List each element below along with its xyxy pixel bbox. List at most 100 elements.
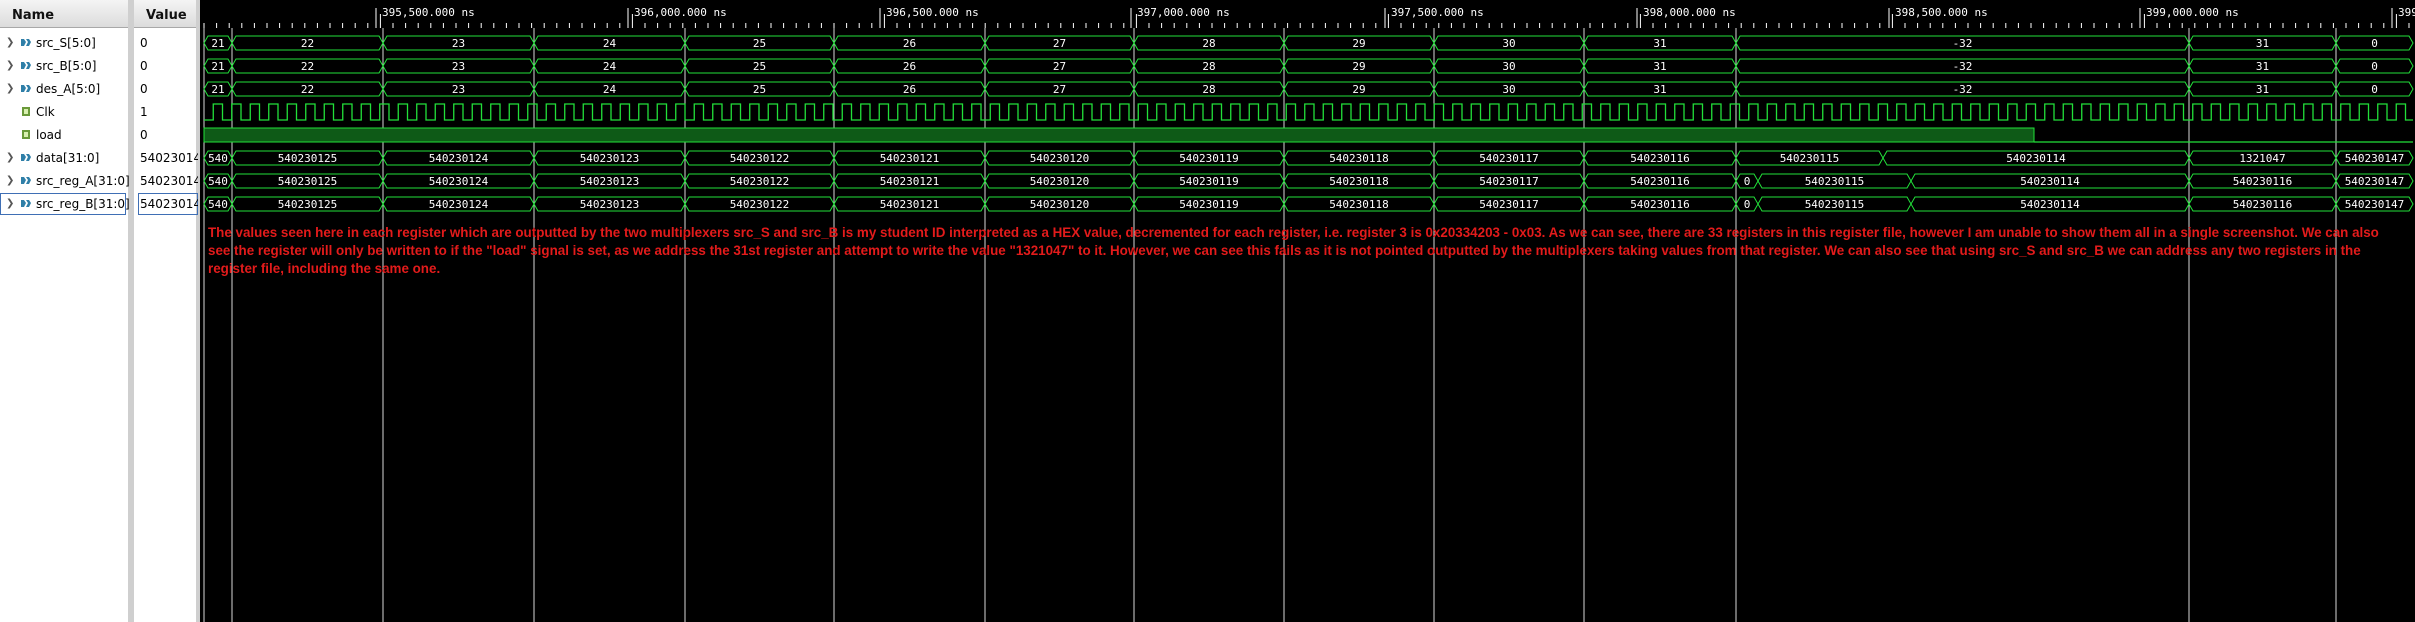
signal-row-src-s[interactable]: ❯ src_S[5:0] (0, 32, 128, 54)
waveform-plot[interactable]: 395,500.000 ns 396,000.000 ns 396,500.000 … (200, 0, 2415, 622)
src-s-value-label: 0 (2371, 37, 2378, 50)
src-b-value-label: 27 (1053, 60, 1066, 73)
des-a-value-label: 31 (1653, 83, 1666, 96)
bus-signal-icon (21, 39, 31, 46)
src-s-value-label: 25 (753, 37, 766, 50)
src-b-value-label: 29 (1352, 60, 1365, 73)
src-b-value-label: 25 (753, 60, 766, 73)
src-s-value-label: -32 (1953, 37, 1973, 50)
src-b-value-label: 31 (1653, 60, 1666, 73)
time-ruler (200, 0, 2415, 28)
data-value-label: 540230118 (1329, 152, 1389, 165)
signal-name: src_reg_B[31:0] (36, 197, 130, 211)
signal-name: data[31:0] (36, 151, 100, 165)
bus-signal-icon (21, 85, 31, 92)
src-s-value-label: 29 (1352, 37, 1365, 50)
src-reg-b-value-label: 540230114 (2020, 198, 2080, 211)
src-b-value-label: 26 (903, 60, 916, 73)
des-a-value-label: 26 (903, 83, 916, 96)
annotation-text: The values seen here in each register wh… (208, 225, 2379, 276)
expand-chevron-icon[interactable]: ❯ (6, 152, 14, 163)
ruler-label: 397,000.000 ns (1137, 6, 1230, 19)
clk-waveform (204, 103, 2413, 121)
expand-chevron-icon[interactable]: ❯ (6, 175, 14, 186)
src-reg-a-value-label: 540230120 (1030, 175, 1090, 188)
value-column-header[interactable]: Value (134, 0, 196, 28)
expand-chevron-icon[interactable]: ❯ (6, 198, 14, 209)
src-reg-a-value-label: 540230122 (730, 175, 790, 188)
des-a-value-label: 27 (1053, 83, 1066, 96)
src-s-value-label: 30 (1502, 37, 1515, 50)
signal-value: 0 (140, 59, 148, 73)
expand-chevron-icon[interactable]: ❯ (6, 37, 14, 48)
signal-value: 0 (140, 128, 148, 142)
data-value-label: 540230114 (2006, 152, 2066, 165)
name-column-header[interactable]: Name (0, 0, 128, 28)
src-reg-b-value-label: 540230124 (429, 198, 489, 211)
src-b-value-label: 30 (1502, 60, 1515, 73)
ruler-label: 399,000.000 ns (2146, 6, 2239, 19)
signal-value: 540230147 (140, 151, 198, 165)
signal-name: src_B[5:0] (36, 59, 97, 73)
signal-row-des-a[interactable]: ❯ des_A[5:0] (0, 78, 128, 100)
ruler-label: 398,500.000 ns (1895, 6, 1988, 19)
src-reg-b-value-label: 540230116 (1630, 198, 1690, 211)
signal-value: 0 (140, 36, 148, 50)
ruler-label: 395,500.000 ns (382, 6, 475, 19)
src-reg-b-value-label: 540230125 (278, 198, 338, 211)
name-header-label: Name (12, 8, 55, 23)
data-value-label: 540230115 (1780, 152, 1840, 165)
src-b-value-label: 22 (301, 60, 314, 73)
src-reg-b-value-label: 540230121 (880, 198, 940, 211)
signal-name: load (36, 128, 62, 142)
ruler-label: 396,000.000 ns (634, 6, 727, 19)
signal-name: src_reg_A[31:0] (36, 174, 130, 188)
data-value-label: 540230124 (429, 152, 489, 165)
src-reg-a-value-label: 540230124 (429, 175, 489, 188)
signal-value: 1 (140, 105, 148, 119)
des-a-value-label: 23 (452, 83, 465, 96)
src-s-value-label: 21 (211, 37, 224, 50)
src-reg-a-value-label: 540230147 (2345, 175, 2405, 188)
des-a-value-label: 25 (753, 83, 766, 96)
signal-row-src-reg-b[interactable]: ❯ src_reg_B[31:0] (0, 193, 130, 215)
signal-value: 0 (140, 82, 148, 96)
src-reg-b-value-label: 540230116 (2233, 198, 2293, 211)
src-reg-b-value-label: 540230118 (1329, 198, 1389, 211)
signal-row-data[interactable]: ❯ data[31:0] (0, 147, 128, 169)
bus-signal-icon (21, 200, 31, 207)
src-reg-a-value-label: 540230125 (278, 175, 338, 188)
src-reg-a-value-label: 540 (208, 175, 228, 188)
ruler-label: 397,500.000 ns (1391, 6, 1484, 19)
src-reg-a-value-label: 540230116 (2233, 175, 2293, 188)
waveform-canvas[interactable]: 395,500.000 ns 396,000.000 ns 396,500.000 … (200, 0, 2415, 622)
expand-chevron-icon[interactable]: ❯ (6, 60, 14, 71)
signal-row-src-reg-a[interactable]: ❯ src_reg_A[31:0] (0, 170, 130, 192)
data-value-label: 540 (208, 152, 228, 165)
src-reg-a-value-label: 0 (1744, 175, 1751, 188)
des-a-value-label: 30 (1502, 83, 1515, 96)
src-s-value-label: 27 (1053, 37, 1066, 50)
des-a-value-label: 21 (211, 83, 224, 96)
data-value-label: 540230123 (580, 152, 640, 165)
expand-chevron-icon[interactable]: ❯ (6, 83, 14, 94)
src-s-value-label: 22 (301, 37, 314, 50)
src-b-value-label: 0 (2371, 60, 2378, 73)
signal-row-clk[interactable]: Clk (0, 101, 128, 123)
value-header-label: Value (146, 8, 187, 23)
des-a-value-label: 0 (2371, 83, 2378, 96)
ruler-label: 396,500.000 ns (886, 6, 979, 19)
src-s-value-label: 31 (2256, 37, 2269, 50)
src-reg-b-value-label: 540230147 (2345, 198, 2405, 211)
bus-signal-icon (21, 62, 31, 69)
bus-signal-icon (21, 154, 31, 161)
signal-name: Clk (36, 105, 55, 119)
src-reg-a-value-label: 540230115 (1805, 175, 1865, 188)
src-reg-b-value-label: 540230122 (730, 198, 790, 211)
signal-row-src-b[interactable]: ❯ src_B[5:0] (0, 55, 128, 77)
signal-row-load[interactable]: load (0, 124, 128, 146)
src-s-value-label: 31 (1653, 37, 1666, 50)
data-value-label: 1321047 (2239, 152, 2285, 165)
src-reg-b-value-label: 0 (1744, 198, 1751, 211)
src-b-value-label: 24 (603, 60, 617, 73)
